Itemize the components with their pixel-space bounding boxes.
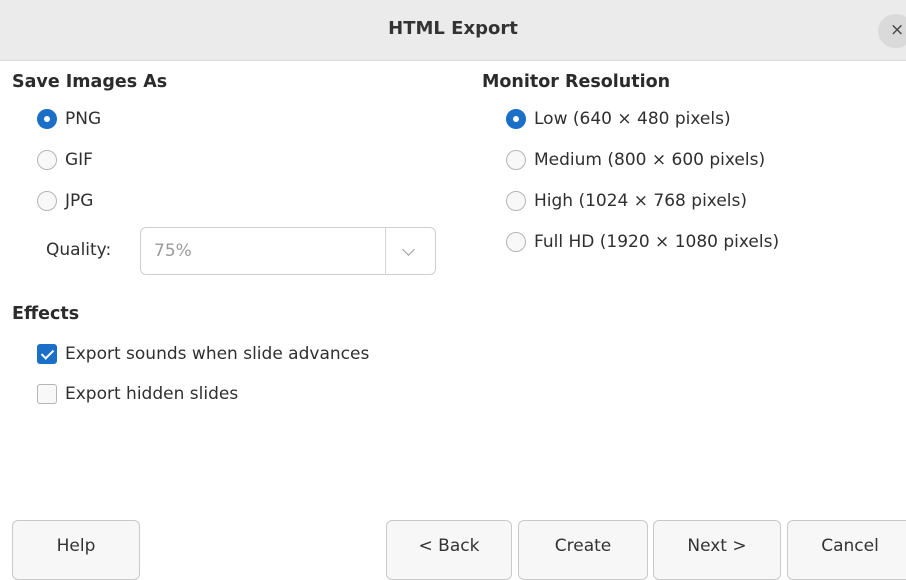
effects-heading: Effects (12, 304, 80, 324)
checkbox-export-sounds[interactable]: Export sounds when slide advances (37, 341, 369, 367)
checkbox-checked-icon[interactable] (37, 344, 57, 364)
radio-button-checked-icon[interactable] (506, 109, 526, 129)
radio-png[interactable]: PNG (37, 106, 101, 132)
radio-button-icon[interactable] (506, 232, 526, 252)
chevron-down-icon[interactable] (402, 243, 415, 256)
checkbox-icon[interactable] (37, 384, 57, 404)
radio-button-icon[interactable] (37, 191, 57, 211)
checkbox-export-hidden-slides[interactable]: Export hidden slides (37, 381, 238, 407)
quality-combobox[interactable]: 75% (140, 227, 436, 275)
quality-label: Quality: (46, 240, 112, 260)
radio-jpg[interactable]: JPG (37, 188, 93, 214)
dialog-title: HTML Export (388, 18, 518, 39)
next-button[interactable]: Next > (653, 520, 781, 580)
radio-jpg-label: JPG (65, 191, 94, 211)
radio-low-label: Low (640 × 480 pixels) (534, 109, 731, 129)
radio-button-icon[interactable] (506, 150, 526, 170)
radio-gif[interactable]: GIF (37, 147, 93, 173)
radio-button-icon[interactable] (506, 191, 526, 211)
radio-medium-label: Medium (800 × 600 pixels) (534, 150, 766, 170)
radio-button-icon[interactable] (37, 150, 57, 170)
radio-full-hd-label: Full HD (1920 × 1080 pixels) (534, 232, 780, 252)
radio-full-hd[interactable]: Full HD (1920 × 1080 pixels) (506, 229, 779, 255)
quality-value: 75% (154, 241, 192, 261)
radio-high[interactable]: High (1024 × 768 pixels) (506, 188, 747, 214)
close-icon: × (890, 20, 905, 40)
close-button[interactable]: × (878, 14, 906, 48)
radio-gif-label: GIF (65, 150, 93, 170)
export-hidden-slides-label: Export hidden slides (65, 384, 239, 404)
create-button[interactable]: Create (518, 520, 648, 580)
radio-high-label: High (1024 × 768 pixels) (534, 191, 747, 211)
back-button[interactable]: < Back (386, 520, 512, 580)
help-button[interactable]: Help (12, 520, 140, 580)
radio-low[interactable]: Low (640 × 480 pixels) (506, 106, 731, 132)
cancel-button[interactable]: Cancel (787, 520, 906, 580)
title-bar: HTML Export × (0, 0, 906, 61)
radio-medium[interactable]: Medium (800 × 600 pixels) (506, 147, 765, 173)
monitor-resolution-heading: Monitor Resolution (482, 72, 671, 92)
radio-button-checked-icon[interactable] (37, 109, 57, 129)
radio-png-label: PNG (65, 109, 102, 129)
save-images-heading: Save Images As (12, 72, 168, 92)
export-sounds-label: Export sounds when slide advances (65, 344, 370, 364)
combo-divider (385, 228, 386, 274)
